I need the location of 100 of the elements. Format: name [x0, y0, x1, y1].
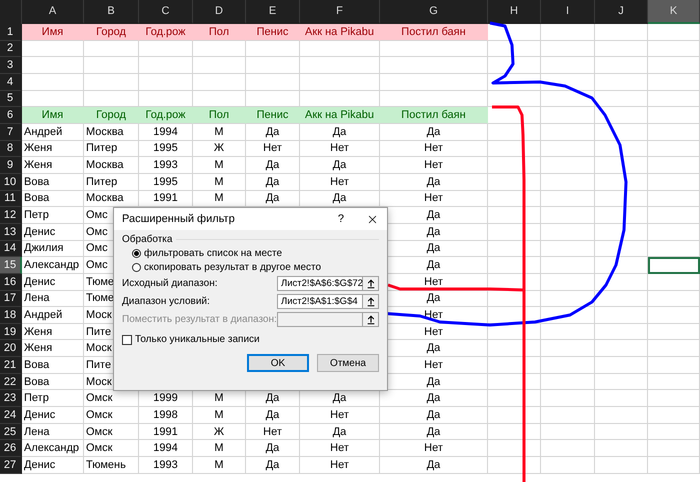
- table-cell: Да: [380, 407, 488, 424]
- table-cell: Да: [246, 407, 300, 424]
- row-header[interactable]: 3: [0, 57, 22, 74]
- table-cell: Нет: [300, 440, 380, 458]
- row-header[interactable]: 23: [0, 390, 22, 408]
- table-cell: Город: [84, 107, 139, 124]
- table-cell: 1991: [139, 190, 193, 208]
- range-picker-button[interactable]: [363, 276, 379, 291]
- table-cell: М: [193, 190, 246, 208]
- row-header[interactable]: 21: [0, 357, 22, 374]
- row-header[interactable]: 5: [0, 90, 22, 108]
- radio-label[interactable]: фильтровать список на месте: [144, 248, 282, 259]
- table-cell: Постил баян: [380, 107, 488, 124]
- column-header[interactable]: K: [648, 0, 700, 24]
- row-header[interactable]: 15: [0, 257, 22, 274]
- table-cell: Ж: [193, 424, 246, 440]
- table-cell: Омск: [84, 440, 139, 458]
- row-header[interactable]: 12: [0, 207, 22, 224]
- row-header[interactable]: 11: [0, 190, 22, 208]
- range-field[interactable]: Лист2!$A$1:$G$4: [277, 294, 363, 309]
- radio-label[interactable]: скопировать результат в другое место: [144, 262, 322, 273]
- table-cell: Москва: [84, 124, 139, 141]
- row-header[interactable]: 22: [0, 374, 22, 390]
- table-cell: Да: [246, 157, 300, 174]
- row-header[interactable]: 9: [0, 157, 22, 174]
- table-cell: Ж: [193, 140, 246, 158]
- table-cell: Вова: [22, 374, 84, 390]
- table-cell: 1998: [139, 407, 193, 424]
- table-cell: 1993: [139, 457, 193, 474]
- table-cell: Вова: [22, 357, 84, 374]
- table-cell: Тюмень: [84, 457, 139, 474]
- row-header[interactable]: 14: [0, 240, 22, 258]
- table-cell: Да: [380, 124, 488, 141]
- range-field[interactable]: [277, 312, 363, 327]
- table-cell: Да: [300, 190, 380, 208]
- row-header[interactable]: 7: [0, 124, 22, 141]
- table-cell: Нет: [380, 440, 488, 458]
- row-header[interactable]: 24: [0, 407, 22, 424]
- table-cell: Денис: [22, 407, 84, 424]
- table-cell: Москва: [84, 157, 139, 174]
- range-picker-button[interactable]: [363, 312, 379, 327]
- table-cell: Женя: [22, 340, 84, 358]
- table-cell: Нет: [246, 424, 300, 440]
- table-cell: Питер: [84, 140, 139, 158]
- table-cell: Да: [300, 390, 380, 408]
- row-header[interactable]: 10: [0, 174, 22, 191]
- table-cell: Александр: [22, 440, 84, 458]
- table-cell: Да: [246, 440, 300, 458]
- table-cell: Нет: [300, 140, 380, 158]
- table-cell: Год.рож: [139, 107, 193, 124]
- table-cell: Пенис: [246, 24, 300, 41]
- help-button[interactable]: ?: [338, 213, 344, 225]
- table-cell: 1995: [139, 174, 193, 191]
- table-cell: Да: [246, 190, 300, 208]
- table-cell: Да: [246, 457, 300, 474]
- table-cell: Имя: [22, 107, 84, 124]
- table-cell: М: [193, 157, 246, 174]
- table-cell: Нет: [300, 457, 380, 474]
- table-cell: Да: [300, 157, 380, 174]
- row-header[interactable]: 13: [0, 224, 22, 241]
- row-header[interactable]: 8: [0, 140, 22, 158]
- table-cell: Да: [246, 124, 300, 141]
- table-cell: М: [193, 440, 246, 458]
- range-picker-button[interactable]: [363, 294, 379, 309]
- table-cell: Пол: [193, 24, 246, 41]
- row-header[interactable]: 26: [0, 440, 22, 458]
- row-header[interactable]: 25: [0, 424, 22, 440]
- range-field[interactable]: Лист2!$A$6:$G$72: [277, 276, 363, 291]
- table-cell: Да: [300, 124, 380, 141]
- radio-button[interactable]: [132, 263, 141, 272]
- table-cell: Джилия: [22, 240, 84, 258]
- row-header[interactable]: 6: [0, 107, 22, 124]
- row-header[interactable]: 20: [0, 340, 22, 358]
- table-cell: М: [193, 390, 246, 408]
- dialog-button[interactable]: OK: [247, 354, 309, 372]
- table-cell: 1993: [139, 157, 193, 174]
- table-cell: Женя: [22, 157, 84, 174]
- table-cell: 1994: [139, 440, 193, 458]
- table-cell: Акк на Pikabu: [300, 107, 380, 124]
- table-cell: Пенис: [246, 107, 300, 124]
- table-cell: 1991: [139, 424, 193, 440]
- row-header[interactable]: 18: [0, 307, 22, 324]
- table-cell: 1995: [139, 140, 193, 158]
- selected-cell[interactable]: [648, 257, 700, 274]
- row-header[interactable]: 19: [0, 324, 22, 340]
- table-cell: Год.рож: [139, 24, 193, 41]
- table-cell: Лена: [22, 290, 84, 308]
- checkbox[interactable]: [122, 334, 132, 344]
- table-cell: Да: [246, 174, 300, 191]
- table-cell: М: [193, 407, 246, 424]
- table-cell: Да: [300, 424, 380, 440]
- row-header[interactable]: 1: [0, 24, 22, 41]
- table-cell: Акк на Pikabu: [300, 24, 380, 41]
- row-header[interactable]: 27: [0, 457, 22, 474]
- row-header[interactable]: 17: [0, 290, 22, 308]
- radio-button[interactable]: [132, 249, 141, 258]
- dialog-button[interactable]: Отмена: [317, 354, 379, 372]
- row-header[interactable]: 2: [0, 40, 22, 58]
- row-header[interactable]: 4: [0, 74, 22, 91]
- row-header[interactable]: 16: [0, 274, 22, 290]
